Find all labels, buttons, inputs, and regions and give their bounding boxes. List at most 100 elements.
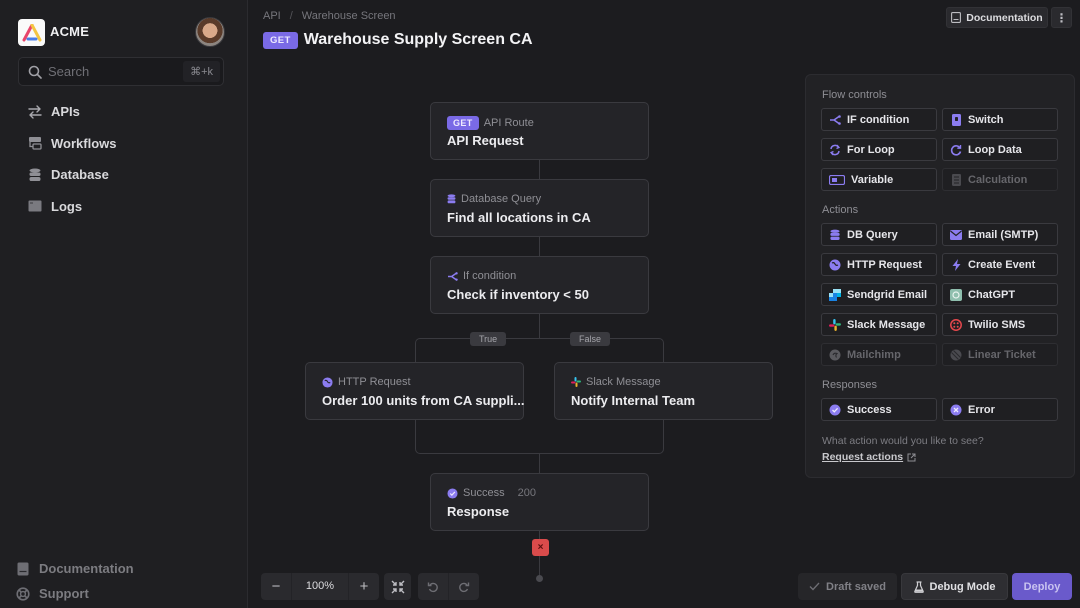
flow-end-handle[interactable] — [536, 575, 543, 582]
slack-icon — [829, 318, 841, 331]
connector — [539, 454, 540, 474]
palette-sendgrid-email[interactable]: Sendgrid Email — [821, 283, 937, 306]
documentation-button[interactable]: Documentation — [946, 7, 1048, 28]
undo-button[interactable] — [418, 573, 448, 600]
node-name: Find all locations in CA — [447, 210, 591, 225]
node-name: Order 100 units from CA suppli... — [322, 393, 525, 408]
palette-email-smtp[interactable]: Email (SMTP) — [942, 223, 1058, 246]
palette-success[interactable]: Success — [821, 398, 937, 421]
external-link-icon — [907, 453, 916, 461]
palette-http-request[interactable]: HTTP Request — [821, 253, 937, 276]
node-type-label: HTTP Request — [338, 376, 411, 388]
palette-slack-message[interactable]: Slack Message — [821, 313, 937, 336]
branch-false-label[interactable]: False — [570, 332, 611, 346]
flow-controls-heading: Flow controls — [822, 89, 887, 101]
breadcrumb-api[interactable]: API — [263, 10, 281, 22]
palette-for-loop[interactable]: For Loop — [821, 138, 937, 161]
nav-item-logs[interactable]: Logs — [18, 191, 228, 223]
brand-name: ACME — [50, 24, 90, 39]
palette-item-label: Slack Message — [847, 318, 926, 331]
fit-view-button[interactable] — [384, 573, 411, 600]
twilio-icon — [950, 318, 962, 331]
footer-support-link[interactable]: Support — [16, 581, 134, 606]
node-api-request[interactable]: GET API Route API Request — [430, 102, 649, 160]
database-icon — [829, 229, 841, 241]
palette-chatgpt[interactable]: ChatGPT — [942, 283, 1058, 306]
breadcrumb-warehouse-screen[interactable]: Warehouse Screen — [302, 10, 396, 22]
palette-db-query[interactable]: DB Query — [821, 223, 937, 246]
palette-create-event[interactable]: Create Event — [942, 253, 1058, 276]
palette-linear-ticket[interactable]: Linear Ticket — [942, 343, 1058, 366]
user-avatar[interactable] — [195, 17, 225, 47]
slack-icon — [571, 377, 581, 387]
acme-logo[interactable] — [18, 19, 45, 46]
node-slack-message[interactable]: Slack Message Notify Internal Team — [554, 362, 773, 420]
node-success-response[interactable]: Success 200 Response — [430, 473, 649, 531]
palette-item-label: Error — [968, 403, 995, 416]
palette-variable[interactable]: Variable — [821, 168, 937, 191]
zoom-level: 100% — [291, 573, 349, 600]
nav-item-label: Database — [51, 167, 109, 183]
mail-icon — [950, 229, 962, 241]
nav-item-apis[interactable]: APIs — [18, 96, 228, 128]
action-palette: Flow controls IF condition Switch For Lo… — [805, 74, 1075, 478]
palette-mailchimp[interactable]: Mailchimp — [821, 343, 937, 366]
connector — [539, 314, 540, 338]
node-database-query[interactable]: Database Query Find all locations in CA — [430, 179, 649, 237]
node-name: Response — [447, 504, 510, 519]
palette-error[interactable]: Error — [942, 398, 1058, 421]
node-name: Check if inventory < 50 — [447, 287, 589, 302]
node-http-request[interactable]: HTTP Request Order 100 units from CA sup… — [305, 362, 525, 420]
method-tag: GET — [447, 116, 479, 130]
search-icon — [28, 65, 42, 79]
palette-switch[interactable]: Switch — [942, 108, 1058, 131]
lifebuoy-icon — [16, 586, 30, 601]
title-row: GET Warehouse Supply Screen CA — [263, 31, 533, 49]
book-icon — [951, 12, 962, 23]
node-type: GET API Route — [447, 116, 534, 130]
node-if-condition[interactable]: If condition Check if inventory < 50 — [430, 256, 649, 314]
deploy-button[interactable]: Deploy — [1012, 573, 1072, 600]
zoom-out-button[interactable]: − — [261, 573, 291, 600]
request-actions-label: Request actions — [822, 451, 904, 463]
sidebar-footer: Documentation Support — [16, 556, 134, 606]
node-name: Notify Internal Team — [571, 393, 696, 408]
palette-twilio-sms[interactable]: Twilio SMS — [942, 313, 1058, 336]
branch-true-label[interactable]: True — [470, 332, 507, 346]
footer-documentation-link[interactable]: Documentation — [16, 556, 134, 581]
redo-icon — [459, 582, 470, 592]
palette-item-label: Success — [847, 403, 892, 416]
redo-button[interactable] — [448, 573, 479, 600]
more-options-button[interactable]: ⋮ — [1051, 7, 1072, 28]
branch-connector — [415, 338, 664, 362]
globe-icon — [322, 376, 333, 388]
remove-node-button[interactable]: × — [532, 539, 549, 556]
search-shortcut: ⌘+k — [183, 61, 220, 82]
search-box[interactable]: ⌘+k — [18, 57, 224, 86]
palette-calculation[interactable]: Calculation — [942, 168, 1058, 191]
chatgpt-icon — [950, 288, 962, 301]
check-badge-icon — [447, 487, 458, 499]
node-type: Slack Message — [571, 376, 661, 388]
palette-item-label: For Loop — [847, 143, 895, 156]
draft-status-label: Draft saved — [826, 580, 886, 593]
collapse-arrows-icon — [391, 580, 404, 593]
nav-item-workflows[interactable]: Workflows — [18, 128, 228, 160]
loop-icon — [829, 144, 841, 156]
debug-mode-label: Debug Mode — [929, 580, 996, 593]
palette-item-label: Linear Ticket — [968, 348, 1036, 361]
node-type: HTTP Request — [322, 376, 411, 388]
breadcrumb-separator: / — [289, 10, 293, 22]
search-input[interactable] — [48, 64, 178, 79]
zoom-in-button[interactable]: + — [349, 573, 379, 600]
debug-mode-button[interactable]: Debug Mode — [901, 573, 1008, 600]
draft-status: Draft saved — [798, 573, 897, 600]
palette-if-condition[interactable]: IF condition — [821, 108, 937, 131]
flask-icon — [913, 580, 924, 593]
palette-loop-data[interactable]: Loop Data — [942, 138, 1058, 161]
request-actions-link[interactable]: Request actions — [822, 451, 916, 463]
history-controls — [418, 573, 479, 600]
actions-heading: Actions — [822, 204, 859, 216]
check-badge-icon — [829, 404, 841, 416]
nav-item-database[interactable]: Database — [18, 159, 228, 191]
